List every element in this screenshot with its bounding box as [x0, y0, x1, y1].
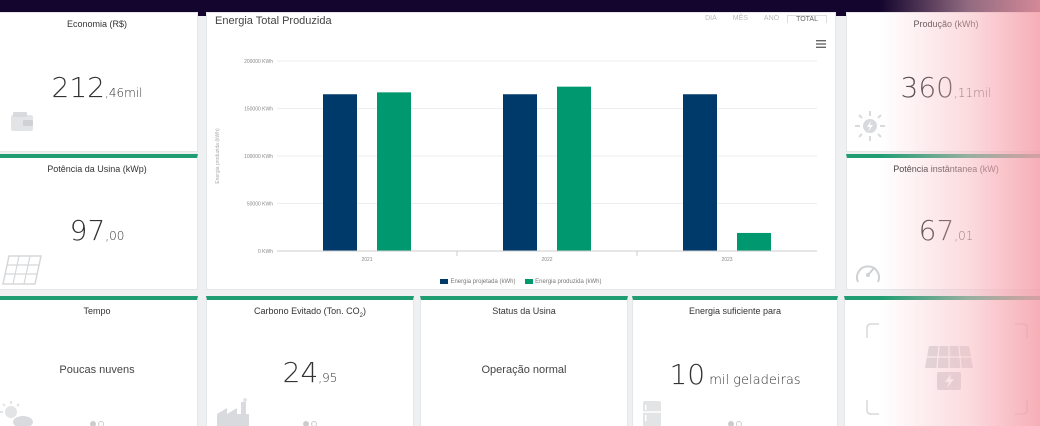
card-status: Status da Usina Operação normal — [420, 296, 628, 426]
legend-item-projected[interactable]: Energia projetada (kWh) — [440, 278, 515, 285]
x-tick-label: 2023 — [721, 257, 732, 263]
card-title: Produção (kWh) — [913, 19, 979, 29]
chart-legend: Energia projetada (kWh) Energia produzid… — [207, 278, 835, 285]
card-title: Potência instântanea (kW) — [893, 164, 999, 174]
bar-projected — [323, 94, 357, 251]
carbono-value: 24,95 — [282, 356, 338, 389]
x-tick-label: 2022 — [541, 257, 552, 263]
card-potencia-usina: Potência da Usina (kWp) 97,00 — [0, 154, 198, 290]
card-carbono: Carbono Evitado (Ton. CO2) 24,95 — [206, 296, 414, 426]
card-tempo: Tempo Poucas nuvens — [0, 296, 198, 426]
card-title: Energia suficiente para — [688, 306, 782, 316]
pager-dot[interactable] — [736, 421, 742, 426]
potencia-usina-value: 97,00 — [69, 214, 125, 247]
card-title: Economia (R$) — [66, 19, 128, 29]
pager-dot[interactable] — [303, 421, 309, 426]
pager-dots — [633, 421, 837, 426]
y-tick-label: 0 KWh — [258, 249, 273, 255]
bar-produced — [557, 86, 591, 252]
solar-panel-icon — [2, 255, 42, 285]
potencia-instantanea-value: 67,01 — [918, 214, 974, 247]
y-axis-label: Energia produzida (kWh) — [215, 128, 221, 184]
x-tick-label: 2021 — [361, 257, 372, 263]
pager-dot[interactable] — [728, 421, 734, 426]
y-tick-label: 200000 KWh — [244, 59, 273, 65]
bar-produced — [737, 232, 771, 251]
card-title: Status da Usina — [492, 306, 556, 316]
pager-dot[interactable] — [98, 421, 104, 426]
card-producao: Produção (kWh) 360,11mil — [846, 12, 1040, 152]
y-tick-label: 50000 KWh — [247, 202, 273, 208]
card-title: Potência da Usina (kWp) — [47, 164, 147, 174]
sun-energy-icon — [855, 111, 885, 141]
card-title: Carbono Evitado (Ton. CO2) — [254, 306, 366, 319]
card-solar-battery — [844, 296, 1040, 426]
pager-dot[interactable] — [90, 421, 96, 426]
y-tick-label: 150000 KWh — [244, 107, 273, 113]
bar-chart: 0 KWh 50000 KWh 100000 KWh 150000 KWh 200000… — [215, 59, 817, 263]
solar-battery-icon — [925, 345, 973, 390]
weather-text: Poucas nuvens — [59, 364, 135, 376]
card-energia: Energia suficiente para 10 mil geladeira… — [632, 296, 838, 426]
status-text: Operação normal — [481, 364, 567, 376]
y-tick-label: 100000 KWh — [244, 154, 273, 160]
bar-projected — [683, 94, 717, 251]
bar-projected — [503, 94, 537, 251]
economia-value: 212,46mil — [51, 71, 143, 104]
pager-dots — [0, 421, 197, 426]
legend-swatch — [525, 278, 534, 284]
chart-panel: Energia Total Produzida DIA MÊS ANO TOTA… — [206, 12, 836, 290]
pager-dot[interactable] — [311, 421, 317, 426]
card-economia: Economia (R$) 212,46mil — [0, 12, 198, 152]
energia-value: 10 mil geladeiras — [669, 358, 801, 391]
legend-item-produced[interactable]: Energia produzida (kWh) — [525, 278, 602, 285]
speedometer-icon — [856, 265, 880, 283]
producao-value: 360,11mil — [900, 71, 992, 104]
card-potencia-instantanea: Potência instântanea (kW) 67,01 — [846, 154, 1040, 290]
wallet-icon — [11, 112, 33, 131]
pager-dots — [207, 421, 413, 426]
legend-swatch — [440, 278, 449, 284]
card-title: Tempo — [83, 306, 111, 316]
bar-produced — [377, 92, 411, 251]
